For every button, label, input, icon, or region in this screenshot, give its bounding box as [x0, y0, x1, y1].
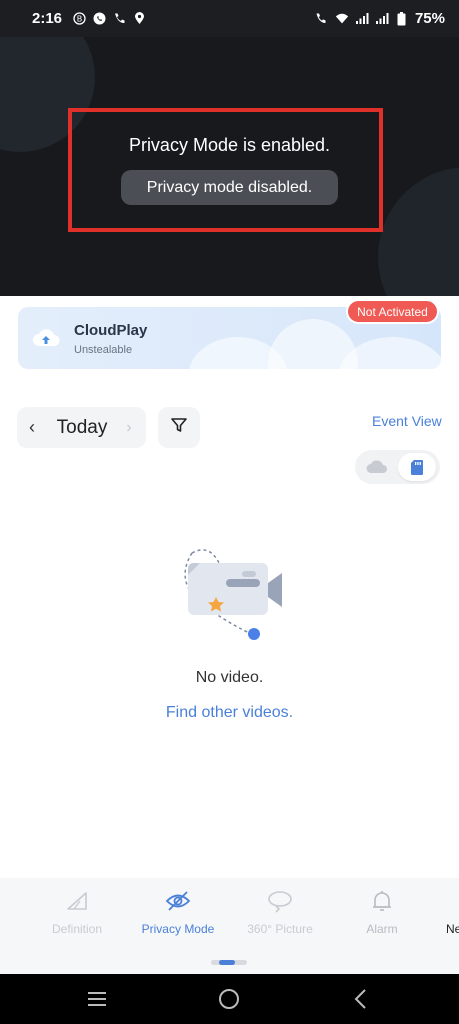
- signal-icon: [355, 12, 369, 26]
- recent-apps-icon[interactable]: [84, 986, 110, 1012]
- filter-button[interactable]: [158, 407, 200, 448]
- eye-off-icon: [165, 888, 191, 914]
- svg-text:B: B: [76, 15, 82, 24]
- no-video-illustration: [180, 545, 290, 645]
- toolbar-label: 360° Picture: [247, 922, 313, 936]
- cloudplay-subtitle: Unstealable: [74, 344, 133, 356]
- chevron-left-icon[interactable]: ‹: [17, 417, 47, 438]
- wifi-icon: [335, 12, 349, 26]
- filter-icon: [170, 416, 188, 439]
- toolbar-label: Definition: [51, 922, 103, 936]
- home-icon[interactable]: [216, 986, 242, 1012]
- chevron-right-icon[interactable]: ›: [117, 419, 141, 437]
- sd-card-icon: [411, 459, 423, 475]
- find-other-videos-link[interactable]: Find other videos.: [0, 704, 459, 722]
- status-left-icons: B: [72, 12, 146, 26]
- sd-card-option[interactable]: [398, 453, 436, 481]
- toolbar-item-360-picture[interactable]: 360° Picture: [235, 888, 325, 936]
- video-bg-shape: [378, 167, 459, 296]
- card-bg-cloud: [338, 337, 441, 369]
- next-icon-placeholder: [446, 888, 459, 914]
- battery-icon: [395, 11, 409, 26]
- toolbar-page-indicator: [211, 960, 247, 965]
- definition-icon: [64, 888, 90, 914]
- date-navigator: ‹ Today ›: [17, 407, 146, 448]
- rotate-icon: [267, 888, 293, 914]
- status-bar: 2:16 B 75%: [0, 0, 459, 37]
- video-player[interactable]: Privacy Mode is enabled. Privacy mode di…: [0, 37, 459, 296]
- status-right: 75%: [315, 10, 445, 27]
- signal-icon: [375, 12, 389, 26]
- toolbar-item-privacy-mode[interactable]: Privacy Mode: [133, 888, 223, 936]
- bell-icon: [369, 888, 395, 914]
- not-activated-badge: Not Activated: [346, 299, 439, 324]
- whatsapp-icon: [92, 12, 106, 26]
- toolbar-item-definition[interactable]: Definition: [32, 888, 122, 936]
- privacy-mode-message: Privacy Mode is enabled.: [128, 135, 331, 155]
- status-time: 2:16: [32, 10, 63, 27]
- phone-icon: [112, 12, 126, 26]
- date-label: Today: [56, 416, 108, 438]
- location-icon: [132, 12, 146, 26]
- toast-message: Privacy mode disabled.: [121, 170, 338, 205]
- cloudplay-title: CloudPlay: [74, 322, 148, 339]
- system-nav-bar: [0, 974, 459, 1024]
- page-indicator-thumb: [219, 960, 235, 965]
- cloud-icon[interactable]: [365, 458, 389, 476]
- toolbar-label: Alarm: [366, 922, 398, 936]
- b-badge-icon: B: [72, 12, 86, 26]
- toolbar-item-next[interactable]: Ne: [446, 888, 459, 936]
- toolbar-label: Ne: [446, 922, 459, 936]
- wifi-call-icon: [315, 12, 329, 26]
- cloud-upload-icon: [32, 325, 60, 351]
- battery-percent: 75%: [414, 10, 445, 27]
- event-view-link[interactable]: Event View: [372, 413, 442, 429]
- toolbar-label: Privacy Mode: [141, 922, 215, 936]
- storage-source-toggle[interactable]: [355, 450, 440, 484]
- toolbar-item-alarm[interactable]: Alarm: [337, 888, 427, 936]
- back-icon[interactable]: [348, 986, 374, 1012]
- empty-state-message: No video.: [195, 669, 264, 686]
